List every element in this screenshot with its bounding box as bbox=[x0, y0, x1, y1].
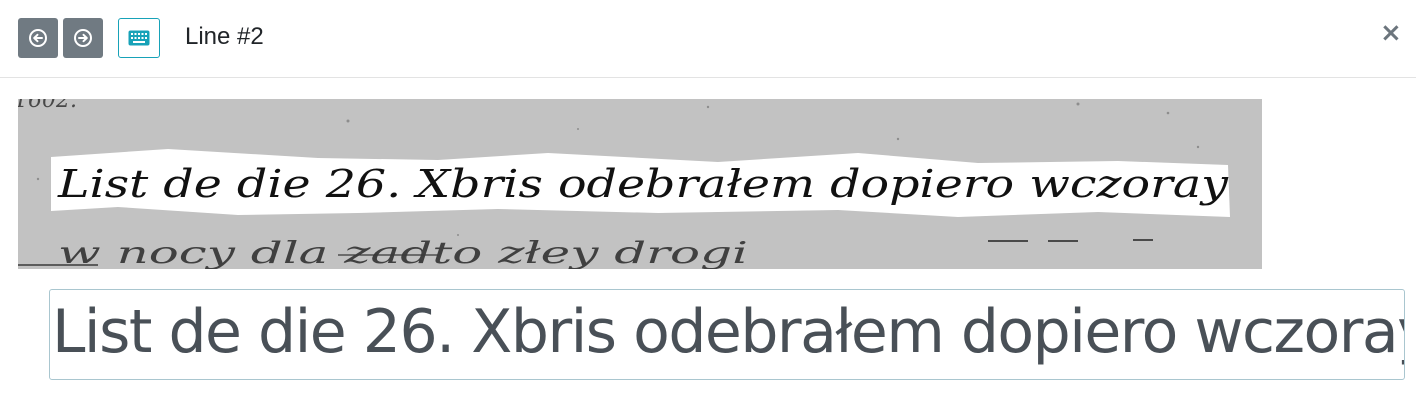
previous-line-button[interactable] bbox=[18, 18, 58, 58]
modal-header: Line #2 × bbox=[0, 0, 1416, 78]
transcription-input[interactable]: List de die 26. Xbris odebrałem dopiero … bbox=[49, 289, 1405, 380]
line-current-text: List de die 26. Xbris odebrałem dopiero … bbox=[57, 162, 1229, 206]
manuscript-line-image: 1602. w nocy dla zadto złey drogi List d… bbox=[18, 99, 1262, 269]
virtual-keyboard-button[interactable] bbox=[118, 18, 160, 58]
modal-title: Line #2 bbox=[185, 23, 264, 50]
line-below-text: w nocy dla zadto złey drogi bbox=[58, 236, 748, 269]
arrow-left-circle-icon bbox=[29, 29, 47, 47]
arrow-right-circle-icon bbox=[74, 29, 92, 47]
keyboard-icon bbox=[128, 30, 150, 46]
close-button[interactable]: × bbox=[1380, 18, 1402, 48]
line-above-text: 1602. bbox=[18, 99, 77, 113]
next-line-button[interactable] bbox=[63, 18, 103, 58]
